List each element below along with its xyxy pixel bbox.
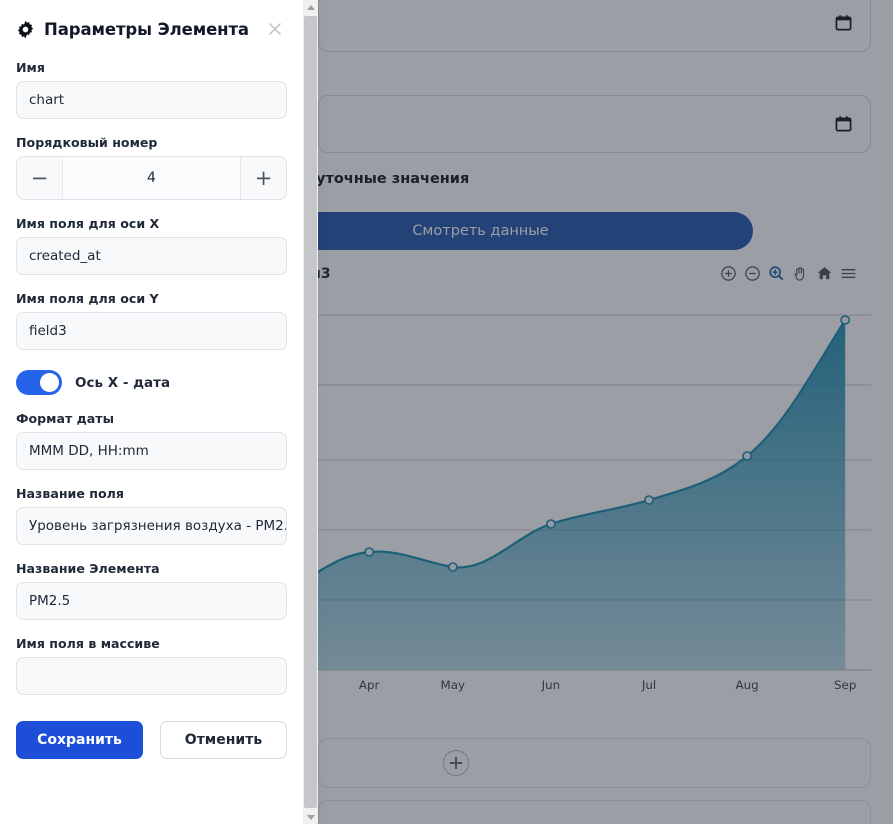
x-axis-is-date-label: Ось X - дата [75, 374, 171, 391]
scrollbar-thumb[interactable] [304, 16, 317, 808]
panel-header: Параметры Элемента [16, 14, 287, 44]
field-label-order: Порядковый номер [16, 135, 158, 150]
date-format-input[interactable]: MMM DD, HH:mm [16, 432, 287, 470]
field-label-array-field: Имя поля в массиве [16, 636, 160, 651]
y-axis-field-input[interactable]: field3 [16, 312, 287, 350]
order-value[interactable]: 4 [63, 157, 240, 199]
field-label-x-axis: Имя поля для оси X [16, 216, 160, 231]
panel-title: Параметры Элемента [44, 19, 249, 39]
field-label-y-axis: Имя поля для оси Y [16, 291, 159, 306]
element-title-input[interactable]: PM2.5 [16, 582, 287, 620]
field-title-input[interactable]: Уровень загрязнения воздуха - PM2.5, [16, 507, 287, 545]
app-root: ько среднесуточные значения Смотреть дан… [0, 0, 893, 824]
gear-icon [16, 20, 35, 39]
x-axis-field-input[interactable]: created_at [16, 237, 287, 275]
cancel-button[interactable]: Отменить [159, 721, 287, 759]
name-input[interactable]: chart [16, 81, 287, 119]
modal-backdrop[interactable] [318, 0, 893, 824]
order-increment-button[interactable]: + [240, 157, 286, 199]
x-axis-is-date-row[interactable]: Ось X - дата [16, 370, 287, 395]
scroll-up-arrow-icon[interactable] [303, 0, 318, 14]
x-axis-is-date-toggle[interactable] [16, 370, 62, 395]
save-button[interactable]: Сохранить [16, 721, 143, 759]
field-label-date-format: Формат даты [16, 411, 114, 426]
scroll-down-arrow-icon[interactable] [303, 810, 318, 824]
field-label-field-title: Название поля [16, 486, 124, 501]
order-stepper[interactable]: − 4 + [16, 156, 287, 200]
order-decrement-button[interactable]: − [17, 157, 63, 199]
panel-actions: Сохранить Отменить [16, 721, 287, 759]
field-label-element-title: Название Элемента [16, 561, 160, 576]
array-field-input[interactable] [16, 657, 287, 695]
element-settings-panel: Параметры Элемента Имя chart Порядковый … [0, 0, 303, 824]
field-label-name: Имя [16, 60, 45, 75]
close-icon[interactable] [265, 19, 285, 39]
toggle-knob [40, 373, 59, 392]
panel-scrollbar[interactable] [303, 0, 318, 824]
